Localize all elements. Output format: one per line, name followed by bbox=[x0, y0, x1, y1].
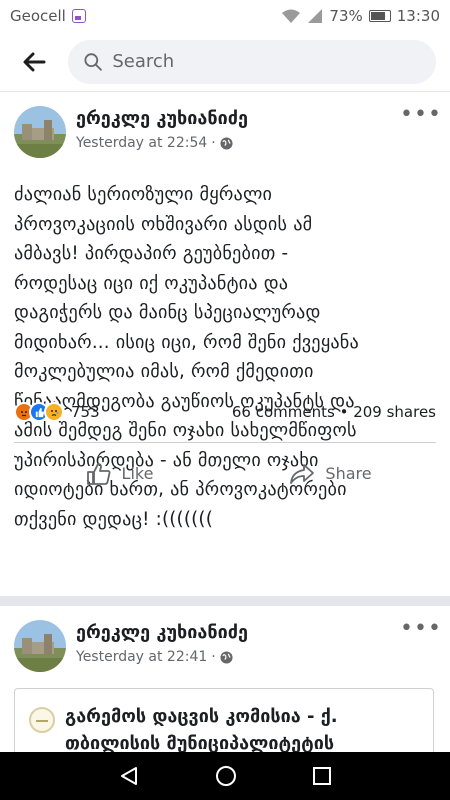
share-label: Share bbox=[325, 464, 372, 483]
globe-icon bbox=[220, 136, 233, 150]
shares-count[interactable]: 209 shares bbox=[353, 403, 436, 421]
like-button[interactable]: Like bbox=[14, 462, 225, 486]
page-logo-icon bbox=[29, 707, 55, 733]
more-options-icon[interactable]: ••• bbox=[400, 618, 441, 640]
stats-separator: • bbox=[339, 403, 349, 421]
arrow-left-icon bbox=[23, 52, 46, 71]
reactions-summary[interactable]: 753 bbox=[14, 402, 100, 422]
like-label: Like bbox=[121, 464, 154, 483]
gallery-notification-icon bbox=[71, 9, 86, 23]
comments-count[interactable]: 66 comments bbox=[232, 403, 335, 421]
post: ერეკლე კუხიანიძე Yesterday at 22:41 · ••… bbox=[0, 606, 450, 672]
author-block: ერეკლე კუხიანიძე Yesterday at 22:54 · bbox=[76, 106, 400, 151]
engagement-counts: 66 comments • 209 shares bbox=[232, 403, 436, 421]
signal-icon bbox=[308, 9, 323, 23]
share-arrow-icon bbox=[290, 463, 315, 484]
back-button[interactable] bbox=[14, 42, 54, 82]
search-bar[interactable] bbox=[68, 39, 436, 84]
nav-home-icon[interactable] bbox=[215, 765, 237, 787]
meta-separator: · bbox=[211, 649, 216, 665]
post-stats: 753 66 comments • 209 shares bbox=[14, 402, 436, 422]
author-name[interactable]: ერეკლე კუხიანიძე bbox=[76, 622, 400, 643]
system-indicators: 73% 13:30 bbox=[281, 7, 440, 25]
reaction-count: 753 bbox=[71, 403, 100, 421]
search-input[interactable] bbox=[112, 51, 420, 72]
sad-reaction-icon bbox=[44, 402, 64, 422]
post-timestamp[interactable]: Yesterday at 22:41 bbox=[76, 649, 207, 665]
post-meta: Yesterday at 22:54 · bbox=[76, 135, 400, 151]
avatar[interactable] bbox=[14, 620, 66, 672]
post-header: ერეკლე კუხიანიძე Yesterday at 22:54 · ••… bbox=[0, 92, 450, 158]
author-name[interactable]: ერეკლე კუხიანიძე bbox=[76, 108, 400, 129]
share-button[interactable]: Share bbox=[225, 462, 436, 486]
carrier-name: Geocell bbox=[10, 7, 66, 25]
battery-percent: 73% bbox=[329, 7, 363, 25]
more-options-icon[interactable]: ••• bbox=[400, 104, 441, 126]
nav-recents-icon[interactable] bbox=[312, 766, 332, 786]
feed-divider bbox=[0, 596, 450, 606]
post-meta: Yesterday at 22:41 · bbox=[76, 649, 400, 665]
status-bar: Geocell 73% 13:30 bbox=[0, 0, 450, 32]
wifi-icon bbox=[282, 9, 301, 23]
nav-back-icon[interactable] bbox=[118, 765, 140, 787]
battery-icon bbox=[368, 10, 391, 22]
globe-icon bbox=[220, 650, 233, 664]
post-actions: Like Share bbox=[14, 442, 436, 504]
search-icon bbox=[84, 52, 102, 71]
android-nav-bar bbox=[0, 752, 450, 800]
post-timestamp[interactable]: Yesterday at 22:54 bbox=[76, 135, 207, 151]
meta-separator: · bbox=[211, 135, 216, 151]
top-bar bbox=[0, 32, 450, 92]
carrier-info: Geocell bbox=[10, 7, 86, 25]
post-header: ერეკლე კუხიანიძე Yesterday at 22:41 · ••… bbox=[0, 606, 450, 672]
clock: 13:30 bbox=[396, 7, 440, 25]
avatar[interactable] bbox=[14, 106, 66, 158]
thumbs-up-icon bbox=[86, 462, 111, 485]
author-block: ერეკლე კუხიანიძე Yesterday at 22:41 · bbox=[76, 620, 400, 665]
